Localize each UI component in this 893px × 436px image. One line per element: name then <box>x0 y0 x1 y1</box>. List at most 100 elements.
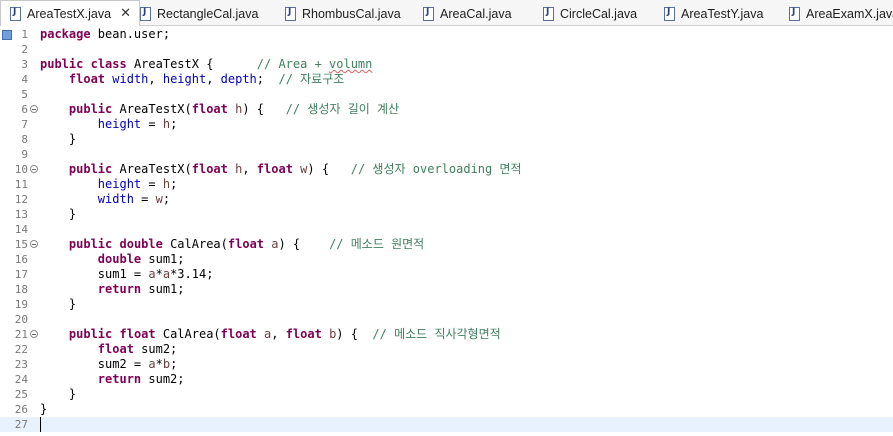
code-editor[interactable]: 1 package bean.user; 2 3 public class AreaTe… <box>0 26 893 436</box>
code-token: ) { <box>307 162 351 176</box>
code-token: double <box>119 237 163 251</box>
java-file-icon <box>140 6 151 21</box>
code-line[interactable]: 19 } <box>0 297 893 312</box>
code-text: float width, height, depth; // 자료구조 <box>40 72 344 87</box>
line-number: 23 <box>14 358 28 371</box>
code-token: public <box>68 327 113 341</box>
code-text: } <box>40 387 76 402</box>
line-number: 1 <box>21 28 28 41</box>
code-line[interactable]: 2 <box>0 42 893 57</box>
code-token: float <box>191 102 228 116</box>
code-line[interactable]: 23 sum2 = a*b; <box>0 357 893 372</box>
line-number: 9 <box>21 148 28 161</box>
tab-areatesty[interactable]: AreaTestY.java <box>655 1 771 26</box>
code-line[interactable]: 20 <box>0 312 893 327</box>
code-text: } <box>40 207 76 222</box>
code-line[interactable]: 25 } <box>0 387 893 402</box>
code-line[interactable]: 16 double sum1; <box>0 252 893 267</box>
code-token: , <box>206 72 221 86</box>
code-token: return <box>97 282 142 296</box>
code-line[interactable]: 26} <box>0 402 893 417</box>
code-token: sum1; <box>141 282 185 296</box>
code-token: = <box>141 117 163 131</box>
line-number: 5 <box>21 88 28 101</box>
code-line[interactable]: 13 } <box>0 207 893 222</box>
code-token: a <box>148 357 156 371</box>
code-token: ; <box>170 357 178 371</box>
code-line[interactable]: 17 sum1 = a*a*3.14; <box>0 267 893 282</box>
tab-areatestx[interactable]: AreaTestX.java ✕ <box>0 0 140 26</box>
tab-rectanglecal[interactable]: RectangleCal.java <box>131 1 266 26</box>
code-text: return sum2; <box>40 372 185 387</box>
code-token: // 메소드 원면적 <box>329 237 425 251</box>
code-token: sum1 = <box>40 267 149 281</box>
tab-label: CircleCal.java <box>560 6 638 21</box>
code-line[interactable]: 7 height = h; <box>0 117 893 132</box>
code-text: } <box>40 402 47 417</box>
code-token: AreaTestX( <box>112 102 192 116</box>
code-line[interactable]: 27 <box>0 417 893 432</box>
code-token: *3.14; <box>170 267 214 281</box>
code-token: a <box>148 267 156 281</box>
java-file-icon <box>285 6 296 21</box>
fold-collapse-icon[interactable] <box>30 105 38 113</box>
code-line[interactable]: 8 } <box>0 132 893 147</box>
code-line[interactable]: 11 height = h; <box>0 177 893 192</box>
code-line[interactable]: 3 public class AreaTestX { // Area + volu… <box>0 57 893 72</box>
code-token: float <box>220 327 257 341</box>
code-token: depth <box>220 72 257 86</box>
code-line[interactable]: 5 <box>0 87 893 102</box>
code-token: sum2 = <box>40 357 149 371</box>
code-line[interactable]: 1 package bean.user; <box>0 27 893 42</box>
close-tab-icon[interactable]: ✕ <box>120 7 131 20</box>
code-token: // Area + <box>256 57 330 71</box>
code-text: height = h; <box>40 117 178 132</box>
code-token: } <box>40 297 77 311</box>
code-token: public <box>40 57 84 71</box>
code-token: public <box>68 237 113 251</box>
code-line[interactable]: 6 public AreaTestX(float h) { // 생성자 길이 … <box>0 102 893 117</box>
line-number: 24 <box>14 373 28 386</box>
code-line[interactable]: 12 width = w; <box>0 192 893 207</box>
line-number: 18 <box>14 283 28 296</box>
fold-collapse-icon[interactable] <box>30 165 38 173</box>
code-line[interactable]: 24 return sum2; <box>0 372 893 387</box>
line-number: 19 <box>14 298 28 311</box>
code-line[interactable]: 22 float sum2; <box>0 342 893 357</box>
code-text: public double CalArea(float a) { // 메소드 … <box>40 237 424 252</box>
code-line[interactable]: 10 public AreaTestX(float h, float w) { … <box>0 162 893 177</box>
code-line[interactable]: 9 <box>0 147 893 162</box>
code-text: public AreaTestX(float h) { // 생성자 길이 계산 <box>40 102 399 117</box>
editor-tab-bar: AreaTestX.java ✕ RectangleCal.java RhombusC… <box>0 0 893 26</box>
tab-areacal[interactable]: AreaCal.java <box>414 1 520 26</box>
code-token: float <box>285 327 322 341</box>
code-line[interactable]: 18 return sum1; <box>0 282 893 297</box>
tab-circlecal[interactable]: CircleCal.java <box>534 1 645 26</box>
code-text: sum2 = a*b; <box>40 357 178 372</box>
code-line[interactable]: 14 <box>0 222 893 237</box>
code-token: height <box>97 177 142 191</box>
code-text: public class AreaTestX { // Area + volum… <box>40 57 372 72</box>
tab-rhombuscal[interactable]: RhombusCal.java <box>276 1 409 26</box>
code-token: sum1; <box>141 252 185 266</box>
code-token: height <box>162 72 207 86</box>
code-line[interactable]: 15 public double CalArea(float a) { // 메… <box>0 237 893 252</box>
code-text: width = w; <box>40 192 170 207</box>
code-token: volumn <box>329 57 373 71</box>
tab-label: AreaTestY.java <box>681 6 764 21</box>
line-number: 3 <box>21 58 28 71</box>
code-token: CalArea( <box>162 237 228 251</box>
code-token: ) { <box>242 102 286 116</box>
code-text: height = h; <box>40 177 178 192</box>
java-file-icon <box>423 6 434 21</box>
fold-collapse-icon[interactable] <box>30 240 38 248</box>
code-line[interactable]: 4 float width, height, depth; // 자료구조 <box>0 72 893 87</box>
code-token: class <box>90 57 127 71</box>
code-line[interactable]: 21 public float CalArea(float a, float b… <box>0 327 893 342</box>
fold-collapse-icon[interactable] <box>30 330 38 338</box>
tab-areaexamx[interactable]: AreaExamX.java <box>780 1 893 26</box>
code-text: float sum2; <box>40 342 177 357</box>
